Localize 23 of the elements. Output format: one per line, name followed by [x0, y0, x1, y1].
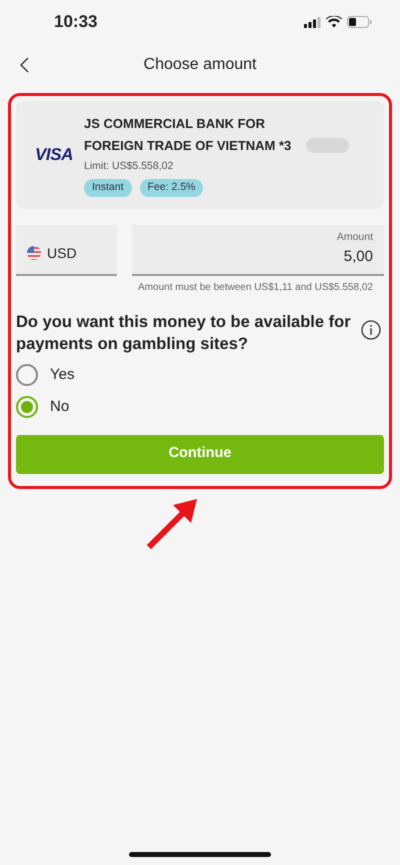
radio-button[interactable] [16, 364, 38, 386]
visa-logo: VISA [35, 144, 73, 166]
battery-icon [347, 16, 372, 28]
back-icon [20, 57, 28, 73]
question-text: Do you want this money to be available for payments on gambling sites? [16, 312, 351, 354]
signal-icon [304, 16, 321, 28]
amount-label: Amount [336, 230, 373, 245]
amount-field[interactable]: Amount 5,00 [132, 224, 384, 276]
page-title: Choose amount [144, 55, 256, 75]
info-icon[interactable] [361, 320, 381, 340]
amount-hint: Amount must be between US$1,11 and US$5.558,02 [138, 280, 373, 294]
limit-text: Limit: US$5.558,02 [84, 159, 174, 174]
wifi-icon [326, 16, 342, 28]
currency-selector[interactable]: USD [16, 224, 117, 276]
tag: Instant [84, 178, 132, 196]
status-time: 10:33 [54, 11, 98, 34]
option-label: No [50, 397, 70, 417]
tag: Fee: 2.5% [140, 178, 204, 196]
option-label: Yes [50, 364, 74, 384]
amount-value: 5,00 [344, 246, 373, 267]
bank-name: JS COMMERCIAL BANK FOR FOREIGN TRADE OF VIETNAM *3 [84, 115, 292, 155]
radio-button[interactable] [16, 396, 38, 418]
flag-icon [27, 246, 41, 260]
